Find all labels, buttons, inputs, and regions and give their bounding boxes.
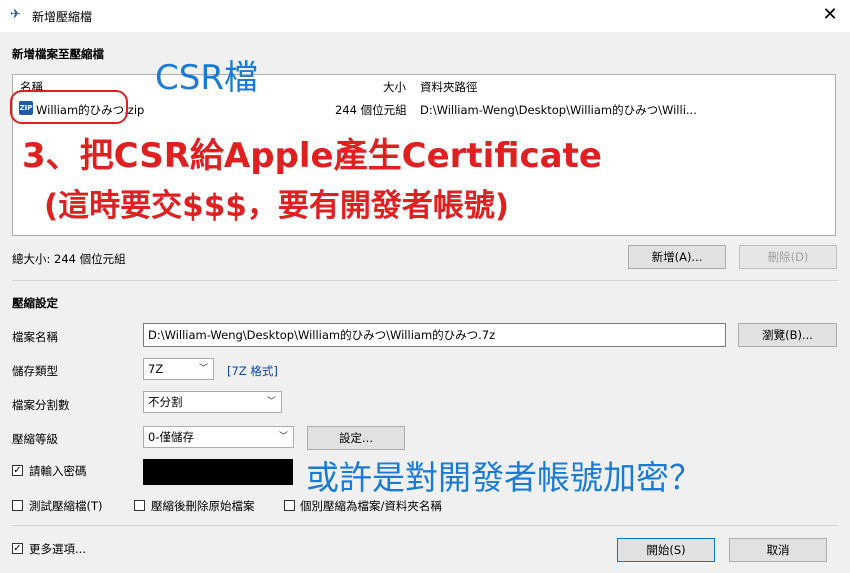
cancel-button[interactable]: 取消	[729, 538, 827, 562]
chevron-down-icon: ﹀	[266, 397, 276, 407]
browse-button[interactable]: 瀏覽(B)...	[738, 323, 837, 347]
annotation-cost: (這時要交$$$，要有開發者帳號)	[44, 188, 510, 224]
storage-type-select[interactable]: 7Z ﹀	[143, 358, 214, 380]
filename-input[interactable]: D:\William-Weng\Desktop\William的ひみつ\Will…	[143, 323, 726, 347]
delete-after-checkbox[interactable]	[134, 500, 145, 511]
delete-after-label: 壓縮後刪除原始檔案	[151, 499, 255, 513]
compression-level-select[interactable]: 0-僅儲存 ﹀	[143, 426, 294, 448]
total-size: 總大小: 244 個位元組	[12, 252, 126, 266]
annotation-question: 或許是對開發者帳號加密？	[306, 451, 702, 499]
split-value: 不分割	[148, 395, 183, 409]
password-input[interactable]	[143, 459, 293, 485]
divider	[12, 280, 838, 281]
compression-level-value: 0-僅儲存	[148, 430, 194, 444]
column-size[interactable]: 大小	[383, 79, 406, 95]
settings-button[interactable]: 設定...	[307, 426, 405, 450]
compression-level-label: 壓縮等級	[12, 432, 58, 446]
title-bar	[0, 0, 850, 32]
more-options-checkbox[interactable]: ✓	[12, 543, 23, 554]
annotation-csr: CSR檔	[155, 58, 258, 98]
close-icon[interactable]: ✕	[820, 5, 840, 25]
chevron-down-icon: ﹀	[198, 364, 208, 374]
start-button[interactable]: 開始(S)	[617, 538, 715, 562]
file-row-size: 244 個位元組	[335, 103, 407, 117]
annotation-circle	[10, 90, 128, 124]
column-path[interactable]: 資料夾路徑	[420, 79, 478, 95]
compress-settings-heading: 壓縮設定	[12, 296, 58, 310]
filename-label: 檔案名稱	[12, 330, 58, 344]
password-checkbox[interactable]: ✓	[12, 465, 23, 476]
more-options-label: 更多選項...	[29, 542, 86, 556]
chevron-down-icon: ﹀	[278, 432, 288, 442]
remove-button[interactable]: 刪除(D)	[739, 245, 837, 269]
split-select[interactable]: 不分割 ﹀	[143, 391, 282, 413]
annotation-step3: 3、把CSR給Apple產生Certificate	[22, 136, 602, 176]
add-button[interactable]: 新增(A)...	[628, 245, 726, 269]
pin-icon: ✈	[10, 7, 21, 22]
test-archive-label: 測試壓縮檔(T)	[29, 499, 103, 513]
password-label: 請輸入密碼	[29, 464, 87, 478]
test-archive-checkbox[interactable]	[12, 500, 23, 511]
storage-type-label: 儲存類型	[12, 364, 58, 378]
divider	[12, 525, 838, 526]
format-link[interactable]: [7Z 格式]	[227, 363, 278, 379]
individual-archive-checkbox[interactable]	[284, 500, 295, 511]
split-label: 檔案分割數	[12, 398, 70, 412]
individual-archive-label: 個別壓縮為檔案/資料夾名稱	[300, 499, 442, 513]
file-row-path: D:\William-Weng\Desktop\William的ひみつ\Will…	[420, 103, 697, 117]
window-title: 新增壓縮檔	[32, 10, 93, 24]
storage-type-value: 7Z	[148, 362, 164, 376]
add-files-heading: 新增檔案至壓縮檔	[12, 47, 104, 61]
